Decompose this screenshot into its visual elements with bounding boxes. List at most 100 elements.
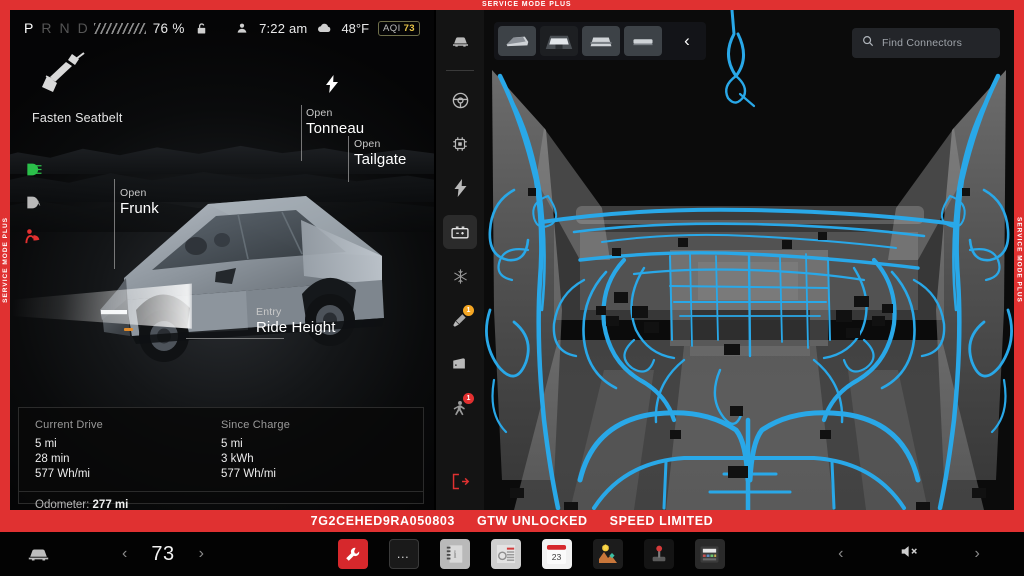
calculator-app[interactable] xyxy=(695,539,725,569)
calendar-day: 23 xyxy=(552,552,562,562)
callout-frunk-sub: Open xyxy=(120,187,159,199)
chevron-left-icon[interactable]: ‹ xyxy=(672,26,702,56)
more-apps-app[interactable]: … xyxy=(389,539,419,569)
trip-since-charge-distance: 5 mi xyxy=(221,437,407,452)
climate-increase-button[interactable]: › xyxy=(199,546,204,562)
sidebar-item-computer-module[interactable] xyxy=(443,127,477,161)
seatbelt-warning-label: Fasten Seatbelt xyxy=(32,111,123,125)
callout-tonneau[interactable]: Open Tonneau xyxy=(306,107,364,137)
driver-profile-icon[interactable] xyxy=(235,21,249,35)
seatbelt-warning: Fasten Seatbelt xyxy=(32,52,123,125)
passenger-airbag-off-indicator xyxy=(24,228,44,249)
svg-text:A: A xyxy=(35,199,40,208)
sidebar-item-door-panel[interactable] xyxy=(443,347,477,381)
vehicle-touchscreen: SERVICE MODE PLUS SERVICE MODE PLUS SERV… xyxy=(0,0,1024,576)
service-mode-app: 1 1 xyxy=(436,10,1014,510)
service-mode-left-label: SERVICE MODE PLUS xyxy=(2,217,9,303)
trip-info-panel[interactable]: Current Drive 5 mi 28 min 577 Wh/mi Sinc… xyxy=(18,407,424,504)
info-manual-app[interactable]: i xyxy=(440,539,470,569)
climate-decrease-button[interactable]: ‹ xyxy=(122,546,127,562)
gear-p: P xyxy=(24,20,35,36)
unlocked-padlock-icon[interactable] xyxy=(194,21,209,36)
wiring-diagram-canvas[interactable] xyxy=(484,10,1014,510)
sidebar-item-low-voltage-battery[interactable] xyxy=(443,215,477,249)
trip-current-drive-header: Current Drive xyxy=(35,419,221,431)
service-nav-rail: 1 1 xyxy=(436,10,484,510)
view-front-interior[interactable] xyxy=(540,26,578,56)
gallery-app[interactable] xyxy=(593,539,623,569)
cybertruck-harness-wireframe xyxy=(484,10,1014,510)
callout-tailgate-main: Tailgate xyxy=(354,151,407,168)
speed-limit-status: SPEED LIMITED xyxy=(610,514,714,528)
joystick-app[interactable] xyxy=(644,539,674,569)
gear-d: D xyxy=(78,20,90,36)
view-selector-toolbar: ‹ xyxy=(494,22,706,60)
rail-divider xyxy=(446,70,474,71)
sidebar-item-vehicle-overview[interactable] xyxy=(443,24,477,58)
find-connectors-search[interactable]: Find Connectors xyxy=(852,28,1000,58)
view-underbody[interactable] xyxy=(624,26,662,56)
cloud-icon xyxy=(316,22,332,34)
trip-column-since-charge: Since Charge 5 mi 3 kWh 577 Wh/mi xyxy=(221,419,407,482)
media-controls: ‹ › xyxy=(794,544,1024,564)
taskbar-apps: … i 23 xyxy=(268,539,794,569)
exit-service-mode-icon[interactable] xyxy=(443,464,477,498)
callout-ride-height-main: Ride Height xyxy=(256,319,335,336)
vehicle-vin: 7G2CEHED9RA050803 xyxy=(311,514,455,528)
sidebar-item-diagnostics-probe[interactable]: 1 xyxy=(443,303,477,337)
callout-tailgate[interactable]: Open Tailgate xyxy=(354,138,407,168)
trip-current-drive-distance: 5 mi xyxy=(35,437,221,452)
trip-since-charge-header: Since Charge xyxy=(221,419,407,431)
aqi-badge[interactable]: AQI 73 xyxy=(378,21,420,36)
service-wrench-app[interactable] xyxy=(338,539,368,569)
callout-frunk-leader xyxy=(114,179,115,269)
instrument-cluster: P R N D 76 % xyxy=(10,10,434,510)
vehicle-icon[interactable] xyxy=(18,547,58,562)
media-next-button[interactable]: › xyxy=(975,546,980,562)
trip-since-charge-efficiency: 577 Wh/mi xyxy=(221,467,407,482)
service-mode-right-banner: SERVICE MODE PLUS xyxy=(1014,10,1024,510)
odometer-row: Odometer: 277 mi xyxy=(19,492,423,510)
sidebar-item-thermal[interactable] xyxy=(443,259,477,293)
view-rear[interactable] xyxy=(582,26,620,56)
sidebar-item-steering-chassis[interactable] xyxy=(443,83,477,117)
auto-highbeam-indicator: A xyxy=(24,195,44,215)
callout-tailgate-sub: Open xyxy=(354,138,407,150)
media-previous-button[interactable]: ‹ xyxy=(838,546,843,562)
battery-percent: 76 % xyxy=(153,21,185,36)
trip-column-current-drive: Current Drive 5 mi 28 min 577 Wh/mi xyxy=(35,419,221,482)
trip-current-drive-duration: 28 min xyxy=(35,452,221,467)
outside-temperature: 48°F xyxy=(341,21,369,36)
cluster-status-bar: P R N D 76 % xyxy=(10,10,434,46)
bottom-taskbar: ‹ 73 › … i 23 xyxy=(0,532,1024,576)
seatbelt-icon xyxy=(32,85,86,102)
aqi-value: 73 xyxy=(404,23,415,34)
volume-muted-icon[interactable] xyxy=(900,544,919,564)
climate-control: ‹ 73 › xyxy=(58,543,268,566)
calendar-app[interactable]: 23 xyxy=(542,539,572,569)
aqi-label: AQI xyxy=(383,23,401,34)
callout-ride-height[interactable]: Entry Ride Height xyxy=(256,306,335,336)
sidebar-item-high-voltage[interactable] xyxy=(443,171,477,205)
clock: 7:22 am xyxy=(259,21,307,36)
odometer-label: Odometer: xyxy=(35,499,89,510)
service-mode-top-label: SERVICE MODE PLUS xyxy=(482,0,571,10)
callout-tonneau-leader xyxy=(301,105,302,161)
service-mode-status-bar: 7G2CEHED9RA050803 GTW UNLOCKED SPEED LIM… xyxy=(0,510,1024,532)
climate-temperature[interactable]: 73 xyxy=(151,543,174,566)
callout-ride-height-leader xyxy=(186,338,284,339)
trip-current-drive-efficiency: 577 Wh/mi xyxy=(35,467,221,482)
service-mode-left-banner: SERVICE MODE PLUS xyxy=(0,10,10,510)
search-icon xyxy=(862,34,874,52)
telltale-indicators: A xyxy=(24,162,44,249)
toolbox-app[interactable] xyxy=(491,539,521,569)
odometer-value: 277 mi xyxy=(93,499,129,510)
service-mode-top-banner: SERVICE MODE PLUS xyxy=(0,0,1024,10)
callout-tonneau-main: Tonneau xyxy=(306,120,364,137)
sidebar-item-restraints-airbag[interactable]: 1 xyxy=(443,391,477,425)
diagnostics-badge: 1 xyxy=(463,305,474,316)
view-side-profile[interactable] xyxy=(498,26,536,56)
callout-frunk[interactable]: Open Frunk xyxy=(120,187,159,217)
service-mode-right-label: SERVICE MODE PLUS xyxy=(1016,217,1023,303)
battery-bar-graphic xyxy=(94,23,146,34)
